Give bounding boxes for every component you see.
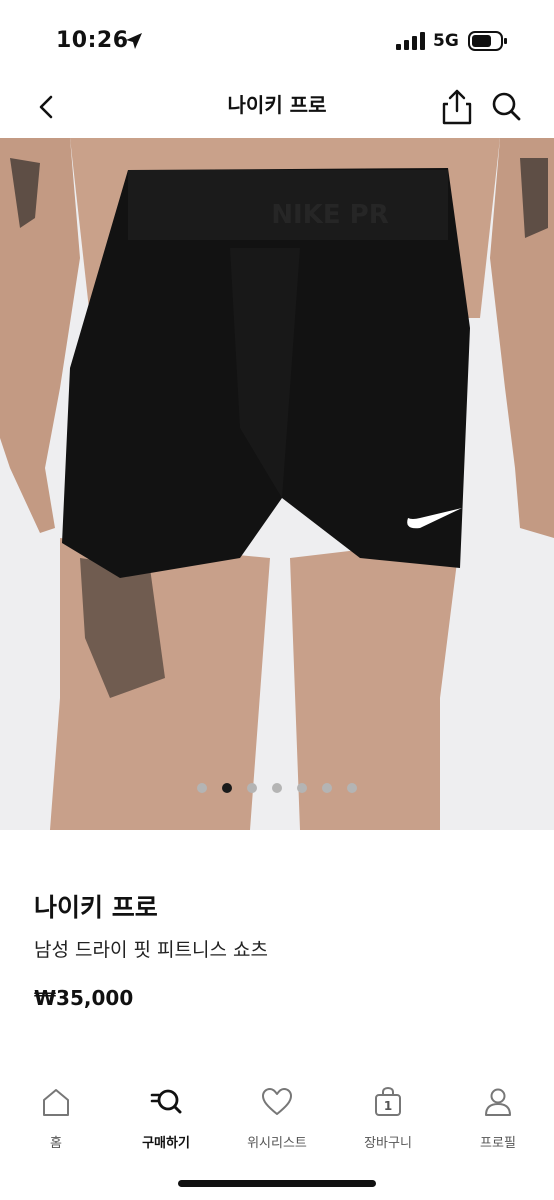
buy-search-icon — [150, 1089, 182, 1114]
bottom-tab-bar: 홈 구매하기 위시리스트 1 장바구니 프로필 — [0, 1080, 554, 1170]
tab-label: 프로필 — [480, 1136, 516, 1151]
signal-icon — [396, 32, 425, 50]
status-bar: 10:26 5G — [0, 0, 554, 80]
pagination-dot[interactable] — [347, 783, 357, 793]
tab-home[interactable]: 홈 — [6, 1086, 106, 1152]
pagination-dot[interactable] — [297, 783, 307, 793]
person-icon — [485, 1088, 511, 1116]
product-image[interactable]: NIKE PR — [0, 138, 554, 830]
tab-label: 위시리스트 — [247, 1136, 307, 1151]
nav-header: 나이키 프로 — [0, 80, 554, 136]
home-indicator — [178, 1180, 376, 1187]
svg-text:NIKE PR: NIKE PR — [271, 200, 388, 230]
pagination-dot[interactable] — [272, 783, 282, 793]
home-icon — [43, 1089, 69, 1116]
tab-buy[interactable]: 구매하기 — [116, 1086, 216, 1152]
pagination-dot[interactable] — [247, 783, 257, 793]
pagination-dot[interactable] — [197, 783, 207, 793]
cart-count-badge: 1 — [383, 1099, 393, 1113]
battery-icon — [468, 31, 507, 51]
status-time: 10:26 — [56, 28, 129, 53]
tab-label: 장바구니 — [364, 1136, 412, 1151]
tab-cart[interactable]: 1 장바구니 — [338, 1086, 438, 1152]
pagination-dot[interactable] — [322, 783, 332, 793]
tab-label: 홈 — [50, 1136, 62, 1151]
product-brand: 나이키 프로 — [34, 893, 158, 922]
image-pagination — [0, 783, 554, 797]
pagination-dot-active[interactable] — [222, 783, 232, 793]
search-icon[interactable] — [490, 90, 522, 124]
network-type: 5G — [433, 31, 459, 51]
heart-icon — [262, 1088, 292, 1115]
product-price: ₩35,000 — [34, 986, 134, 1010]
location-arrow-icon — [126, 33, 142, 49]
tab-profile[interactable]: 프로필 — [448, 1086, 548, 1152]
product-photo: NIKE PR — [0, 138, 554, 830]
product-name: 남성 드라이 핏 피트니스 쇼츠 — [34, 939, 268, 961]
tab-wishlist[interactable]: 위시리스트 — [227, 1086, 327, 1152]
tab-label: 구매하기 — [142, 1136, 190, 1151]
share-icon[interactable] — [440, 88, 474, 126]
